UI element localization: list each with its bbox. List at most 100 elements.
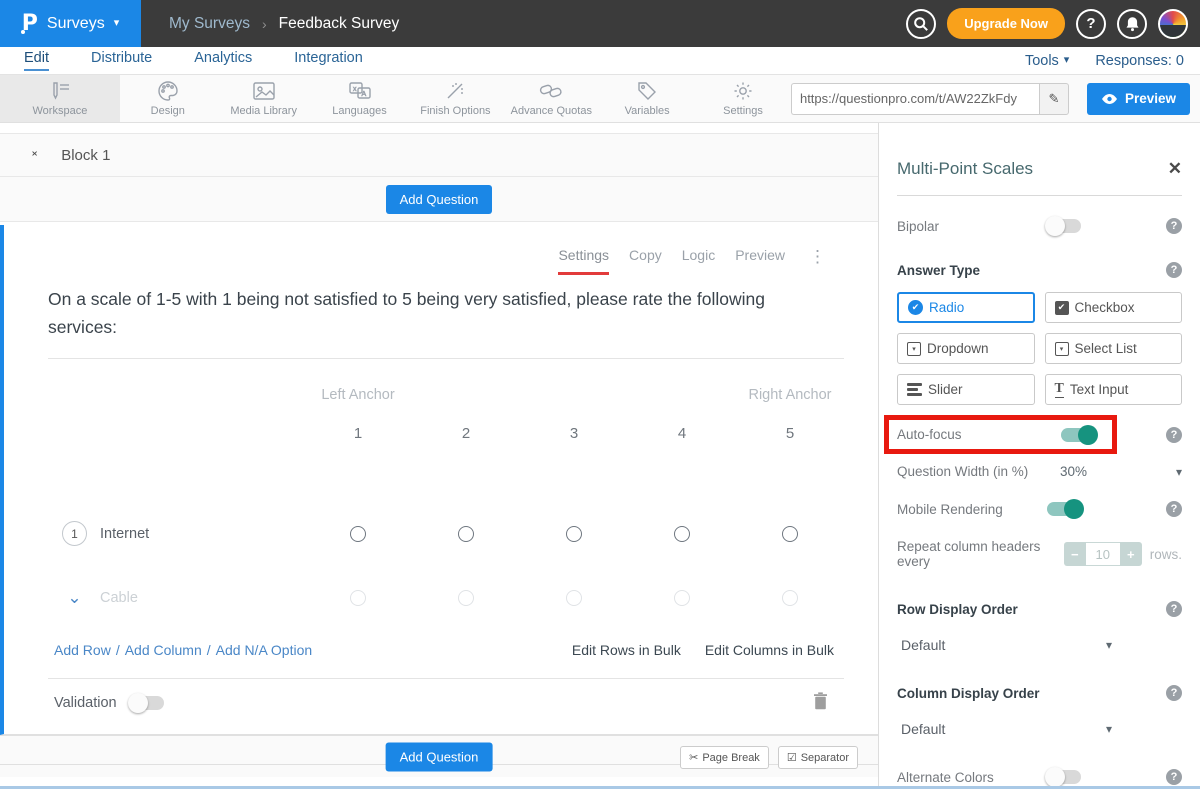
radio-internet-1[interactable]: [350, 526, 366, 542]
chevron-down-icon[interactable]: ▾: [1176, 465, 1182, 479]
radio-cable-5[interactable]: [782, 590, 798, 606]
product-menu[interactable]: P Surveys ▾: [0, 0, 141, 47]
chevron-down-icon[interactable]: ⌄: [62, 588, 87, 608]
search-button[interactable]: [906, 9, 936, 39]
question-width-value[interactable]: 30%: [1060, 464, 1087, 479]
checkbox-icon: ✔: [1055, 301, 1069, 315]
separator-button[interactable]: ☑ Separator: [778, 746, 858, 769]
edit-columns-in-bulk-link[interactable]: Edit Columns in Bulk: [705, 642, 834, 658]
responses-count[interactable]: Responses: 0: [1095, 53, 1184, 69]
add-column-link[interactable]: Add Column: [125, 642, 202, 658]
block-header: ⌄⌃ Block 1: [0, 133, 878, 177]
column-display-order-select[interactable]: Default ▾: [897, 721, 1112, 737]
plus-button[interactable]: +: [1120, 542, 1142, 566]
scale-col-4[interactable]: 4: [628, 425, 736, 442]
answer-type-text-input[interactable]: T Text Input: [1045, 374, 1183, 405]
edit-rows-in-bulk-link[interactable]: Edit Rows in Bulk: [572, 642, 681, 658]
upgrade-now-button[interactable]: Upgrade Now: [947, 8, 1065, 39]
tab-integration[interactable]: Integration: [294, 50, 363, 71]
scissors-icon: ✂: [689, 751, 698, 764]
answer-type-checkbox[interactable]: ✔ Checkbox: [1045, 292, 1183, 323]
add-question-button-top[interactable]: Add Question: [386, 185, 493, 214]
row-label-internet[interactable]: Internet: [100, 526, 149, 542]
bipolar-toggle[interactable]: [1047, 219, 1081, 233]
question-tab-preview[interactable]: Preview: [735, 247, 785, 272]
row-display-order-value: Default: [901, 637, 945, 653]
radio-cable-3[interactable]: [566, 590, 582, 606]
tab-edit[interactable]: Edit: [24, 50, 49, 71]
question-tab-logic[interactable]: Logic: [682, 247, 715, 272]
help-icon[interactable]: ?: [1166, 601, 1182, 617]
help-button[interactable]: ?: [1076, 9, 1106, 39]
repeat-headers-value[interactable]: 10: [1086, 542, 1120, 566]
survey-url-input[interactable]: [791, 83, 1039, 115]
block-title[interactable]: Block 1: [61, 147, 110, 164]
preview-button[interactable]: Preview: [1087, 83, 1190, 115]
answer-type-dropdown[interactable]: ▾ Dropdown: [897, 333, 1035, 364]
help-icon[interactable]: ?: [1166, 501, 1182, 517]
slider-icon: [907, 383, 922, 396]
question-tab-copy[interactable]: Copy: [629, 247, 662, 272]
mobile-rendering-toggle[interactable]: [1047, 502, 1081, 516]
row-display-order-select[interactable]: Default ▾: [897, 637, 1112, 653]
answer-type-select-list[interactable]: ▾ Select List: [1045, 333, 1183, 364]
breadcrumb-current-survey: Feedback Survey: [279, 15, 400, 33]
answer-type-radio[interactable]: ✔ Radio: [897, 292, 1035, 323]
toolbar-finish-options[interactable]: Finish Options: [407, 75, 503, 122]
left-anchor-label[interactable]: Left Anchor: [304, 387, 412, 403]
auto-focus-toggle[interactable]: [1061, 428, 1095, 442]
close-icon[interactable]: ✕: [1168, 159, 1182, 179]
nav-tabs: Edit Distribute Analytics Integration: [0, 50, 363, 71]
toolbar-settings[interactable]: Settings: [695, 75, 791, 122]
tab-distribute[interactable]: Distribute: [91, 50, 152, 71]
validation-toggle[interactable]: [130, 696, 164, 710]
radio-internet-3[interactable]: [566, 526, 582, 542]
scale-col-3[interactable]: 3: [520, 425, 628, 442]
scale-col-5[interactable]: 5: [736, 425, 844, 442]
minus-button[interactable]: −: [1064, 542, 1086, 566]
toolbar-advance-quotas[interactable]: Advance Quotas: [503, 75, 599, 122]
toolbar-workspace[interactable]: Workspace: [0, 75, 120, 122]
trash-icon[interactable]: [813, 692, 828, 714]
bipolar-row: Bipolar ?: [897, 218, 1182, 234]
alternate-colors-label: Alternate Colors: [897, 770, 1047, 785]
toolbar-languages[interactable]: xA Languages: [312, 75, 408, 122]
radio-cable-4[interactable]: [674, 590, 690, 606]
help-icon[interactable]: ?: [1166, 262, 1182, 278]
anchor-row: Left Anchor Right Anchor: [48, 387, 878, 403]
page-break-button[interactable]: ✂ Page Break: [680, 746, 769, 769]
scale-col-1[interactable]: 1: [304, 425, 412, 442]
help-icon[interactable]: ?: [1166, 427, 1182, 443]
collapse-block-icon[interactable]: ⌄⌃: [30, 148, 39, 162]
question-tab-settings[interactable]: Settings: [558, 247, 609, 275]
answer-type-slider[interactable]: Slider: [897, 374, 1035, 405]
add-na-option-link[interactable]: Add N/A Option: [216, 642, 313, 658]
question-text[interactable]: On a scale of 1-5 with 1 being not satis…: [48, 285, 818, 342]
help-icon[interactable]: ?: [1166, 685, 1182, 701]
right-anchor-label[interactable]: Right Anchor: [736, 387, 844, 403]
kebab-menu-icon[interactable]: ⋮: [809, 247, 826, 267]
radio-internet-4[interactable]: [674, 526, 690, 542]
breadcrumb-my-surveys[interactable]: My Surveys: [169, 15, 250, 33]
matrix-row-cable: ⌄ Cable: [48, 578, 878, 618]
add-question-button-bottom[interactable]: Add Question: [386, 742, 493, 771]
row-label-cable[interactable]: Cable: [100, 590, 138, 606]
radio-internet-5[interactable]: [782, 526, 798, 542]
add-row-link[interactable]: Add Row: [54, 642, 111, 658]
toolbar-media-library[interactable]: Media Library: [216, 75, 312, 122]
notifications-button[interactable]: [1117, 9, 1147, 39]
radio-cable-1[interactable]: [350, 590, 366, 606]
help-icon[interactable]: ?: [1166, 218, 1182, 234]
scale-col-2[interactable]: 2: [412, 425, 520, 442]
tools-menu[interactable]: Tools▾: [1025, 53, 1069, 69]
radio-cable-2[interactable]: [458, 590, 474, 606]
alternate-colors-toggle[interactable]: [1047, 770, 1081, 784]
help-icon[interactable]: ?: [1166, 769, 1182, 785]
edit-url-button[interactable]: ✎: [1039, 83, 1069, 115]
radio-internet-2[interactable]: [458, 526, 474, 542]
nav-right: Tools▾ Responses: 0: [1025, 53, 1200, 69]
toolbar-variables[interactable]: Variables: [599, 75, 695, 122]
user-avatar[interactable]: [1158, 9, 1188, 39]
tab-analytics[interactable]: Analytics: [194, 50, 252, 71]
toolbar-design[interactable]: Design: [120, 75, 216, 122]
